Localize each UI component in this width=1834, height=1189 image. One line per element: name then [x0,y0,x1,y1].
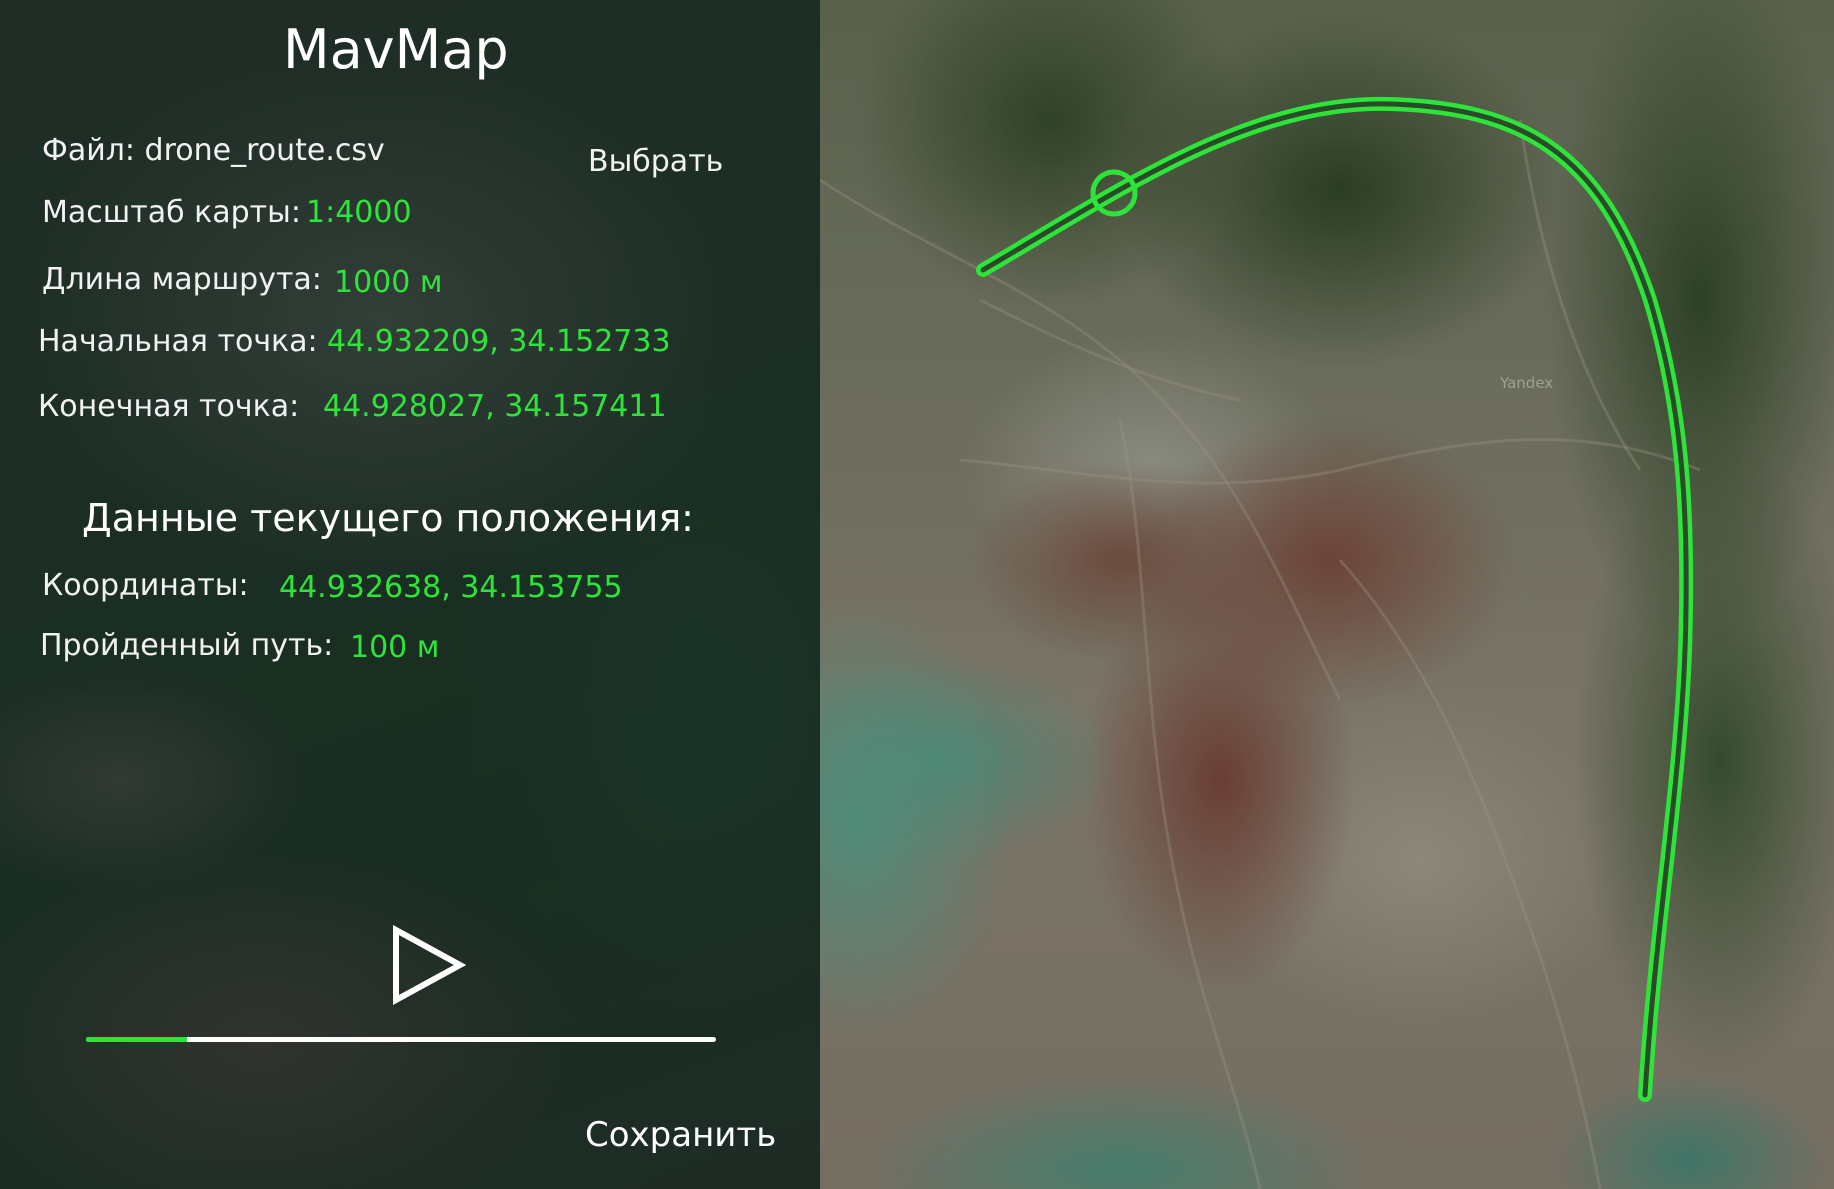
current-position-title: Данные текущего положения: [82,496,694,540]
control-panel: MavMap Файл: drone_route.csv Выбрать Мас… [0,0,820,1189]
end-point-label: Конечная точка: [38,389,300,424]
route-length-value: 1000 м [334,265,443,300]
start-point-label: Начальная точка: [38,324,318,359]
satellite-map[interactable]: Yandex [820,0,1834,1189]
map-watermark: Yandex [1499,374,1553,392]
start-point-value: 44.932209, 34.152733 [327,324,671,359]
play-button[interactable] [388,924,468,1006]
drone-route-inner [980,101,1689,1098]
choose-file-button[interactable]: Выбрать [588,144,723,179]
map-overlay: Yandex [820,96,1701,1189]
file-name-label: Файл: drone_route.csv [42,133,385,168]
drone-route [976,96,1694,1102]
save-button[interactable]: Сохранить [585,1115,776,1155]
route-length-label: Длина маршрута: [42,262,322,297]
traveled-distance-label: Пройденный путь: [40,628,334,663]
play-icon [393,924,467,1006]
map-scale-value: 1:4000 [306,195,412,230]
coordinates-value: 44.932638, 34.153755 [279,570,623,605]
map-scale-label: Масштаб карты: [42,195,301,230]
playback-progress-fill [86,1037,187,1042]
end-point-value: 44.928027, 34.157411 [323,389,667,424]
app-title: MavMap [283,18,509,81]
traveled-distance-value: 100 м [350,630,440,665]
playback-progress-bar[interactable] [86,1037,716,1042]
coordinates-label: Координаты: [42,568,249,603]
app-window: MavMap Файл: drone_route.csv Выбрать Мас… [0,0,1834,1189]
